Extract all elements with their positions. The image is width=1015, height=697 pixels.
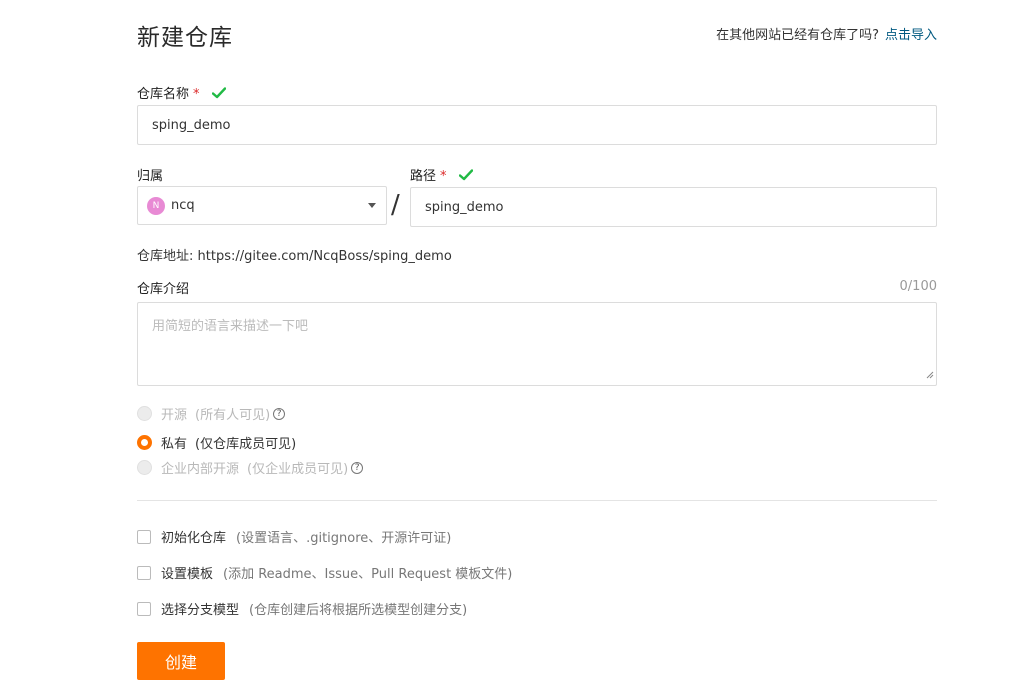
radio-enterprise-button[interactable] [137,460,152,475]
radio-enterprise-desc: (仅企业成员可见) [247,462,349,477]
checkbox-init-repo[interactable] [137,529,151,544]
check-icon [458,168,473,185]
owner-value: ncq [171,198,195,213]
help-icon[interactable]: ? [273,407,286,420]
divider [137,500,937,501]
owner-select[interactable]: N ncq [137,186,387,225]
radio-enterprise[interactable]: 企业内部开源 (仅企业成员可见) ? [137,458,364,477]
required-mark: * [193,87,200,102]
repo-address: 仓库地址: https://gitee.com/NcqBoss/sping_de… [137,245,452,264]
page-title: 新建仓库 [137,25,233,51]
resize-handle-icon[interactable] [926,368,934,383]
option-init-repo-desc: (设置语言、.gitignore、开源许可证) [236,531,452,546]
option-template-desc: (添加 Readme、Issue、Pull Request 模板文件) [223,567,513,582]
check-icon [211,86,226,103]
radio-private-desc: (仅仓库成员可见) [195,437,297,452]
repo-name-label-text: 仓库名称 [137,87,190,102]
radio-public-button[interactable] [137,406,152,421]
radio-enterprise-label: 企业内部开源 [161,462,240,477]
option-init-repo-label: 初始化仓库 [161,531,227,546]
checkbox-branch-model[interactable] [137,601,151,616]
path-separator: / [391,190,400,220]
repo-address-label: 仓库地址: [137,249,194,264]
import-hint-text: 在其他网站已经有仓库了吗? [716,28,879,43]
path-label: 路径 * [410,165,473,185]
repo-name-label: 仓库名称 * [137,83,226,103]
repo-name-input[interactable] [152,117,936,133]
avatar: N [147,196,165,215]
import-link[interactable]: 点击导入 [885,28,937,43]
create-button[interactable]: 创建 [137,642,225,680]
repo-name-input-wrapper [137,105,937,145]
caret-down-icon [368,203,376,208]
new-repo-form: 新建仓库 在其他网站已经有仓库了吗?点击导入 仓库名称* 归属 N ncq / … [137,0,937,697]
description-counter: 0/100 [899,279,937,294]
owner-label: 归属 [137,169,164,184]
path-input-wrapper [410,187,937,227]
option-branch-model-desc: (仓库创建后将根据所选模型创建分支) [249,603,468,618]
radio-public[interactable]: 开源 (所有人可见) ? [137,404,286,423]
import-hint: 在其他网站已经有仓库了吗? 点击导入 [716,24,937,43]
radio-private[interactable]: 私有 (仅仓库成员可见) [137,433,296,452]
radio-private-label: 私有 [161,437,188,452]
description-placeholder: 用简短的语言来描述一下吧 [152,319,309,334]
path-input[interactable] [425,199,936,215]
description-label: 仓库介绍 [137,282,190,297]
option-init-repo[interactable]: 初始化仓库 (设置语言、.gitignore、开源许可证) [137,527,451,546]
option-branch-model-label: 选择分支模型 [161,603,240,618]
required-mark: * [440,169,447,184]
option-template[interactable]: 设置模板 (添加 Readme、Issue、Pull Request 模板文件) [137,563,512,582]
radio-public-label: 开源 [161,408,188,423]
description-textarea[interactable]: 用简短的语言来描述一下吧 [137,302,937,386]
path-label-text: 路径 [410,169,437,184]
option-template-label: 设置模板 [161,567,214,582]
help-icon[interactable]: ? [351,461,364,474]
radio-private-button[interactable] [137,435,152,450]
radio-public-desc: (所有人可见) [195,408,271,423]
checkbox-template[interactable] [137,565,151,580]
option-branch-model[interactable]: 选择分支模型 (仓库创建后将根据所选模型创建分支) [137,599,467,618]
repo-address-value: https://gitee.com/NcqBoss/sping_demo [197,249,452,264]
